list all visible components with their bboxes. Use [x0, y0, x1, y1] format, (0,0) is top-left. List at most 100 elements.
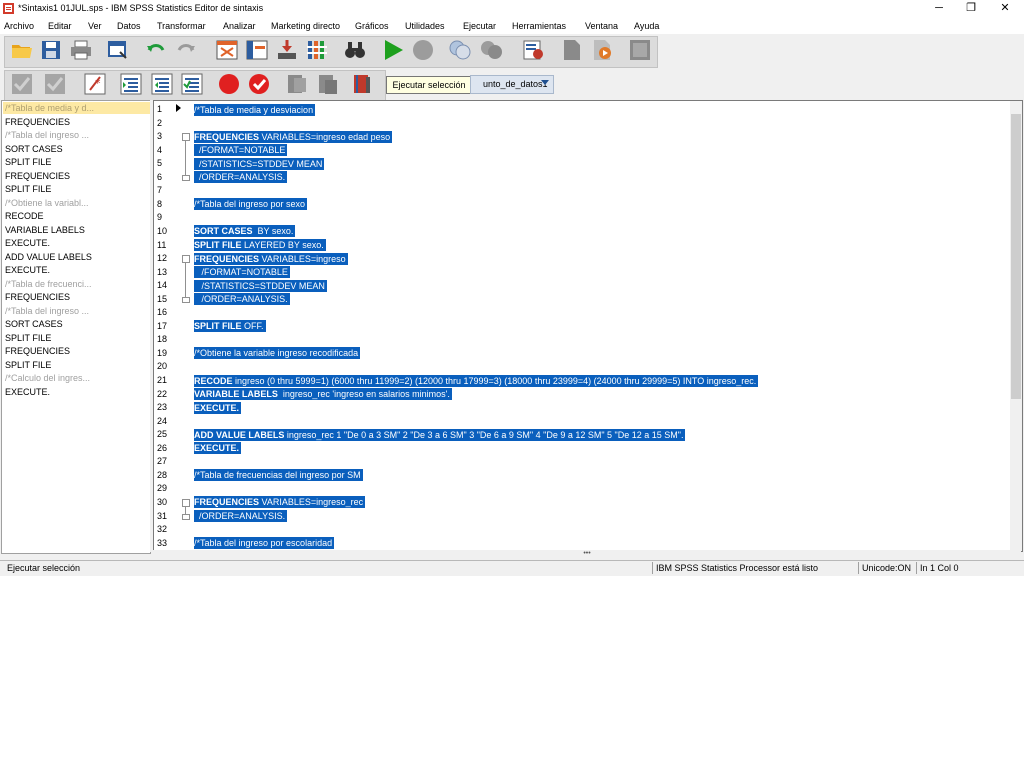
- code-line[interactable]: /*Tabla de frecuencias del ingreso por S…: [194, 469, 363, 482]
- code-line[interactable]: SPLIT FILE LAYERED BY sexo.: [194, 239, 326, 251]
- print-icon[interactable]: [69, 38, 93, 62]
- nav-item[interactable]: SPLIT FILE: [5, 183, 51, 195]
- fold-toggle-icon[interactable]: [182, 133, 190, 142]
- stop-icon[interactable]: [411, 38, 435, 62]
- nav-item[interactable]: FREQUENCIES: [5, 291, 70, 303]
- doc-run-icon[interactable]: [590, 38, 614, 62]
- code-line[interactable]: FREQUENCIES VARIABLES=ingreso edad peso: [194, 130, 393, 143]
- code-line[interactable]: /*Tabla del ingreso por sexo: [194, 198, 308, 211]
- open-folder-icon[interactable]: [10, 38, 34, 62]
- check-disabled-2-icon[interactable]: [43, 72, 67, 96]
- nav-item[interactable]: SORT CASES: [5, 318, 63, 330]
- menu-editar[interactable]: Editar: [48, 21, 72, 31]
- output-splitter[interactable]: •••: [153, 550, 1021, 558]
- nav-item[interactable]: /*Tabla del ingreso ...: [5, 305, 89, 317]
- next-bookmark-icon[interactable]: [316, 72, 340, 96]
- minimize-button[interactable]: ─: [922, 0, 956, 17]
- validate-icon[interactable]: [247, 72, 271, 96]
- nav-item[interactable]: FREQUENCIES: [5, 116, 70, 128]
- restore-button[interactable]: ❐: [954, 0, 988, 17]
- group-icon[interactable]: [480, 38, 504, 62]
- line-number: 22: [157, 388, 168, 399]
- menu-transformar[interactable]: Transformar: [157, 21, 206, 31]
- syntax-editor[interactable]: 1/*Tabla de media y desviacion 2 3 FREQUENC…: [153, 100, 1023, 552]
- save-icon[interactable]: [39, 38, 63, 62]
- scrollbar-thumb[interactable]: [1011, 114, 1021, 399]
- vertical-scrollbar[interactable]: [1010, 101, 1022, 551]
- code-line[interactable]: FREQUENCIES VARIABLES=ingreso: [194, 252, 348, 265]
- nav-item[interactable]: SPLIT FILE: [5, 359, 51, 371]
- code-line[interactable]: EXECUTE.: [194, 442, 242, 455]
- fold-toggle-icon[interactable]: [182, 255, 190, 264]
- menu-utilidades[interactable]: Utilidades: [405, 21, 445, 31]
- binoculars-icon[interactable]: [343, 38, 367, 62]
- format-icon[interactable]: [180, 72, 204, 96]
- fold-toggle-icon[interactable]: [182, 498, 190, 507]
- doc-icon[interactable]: [560, 38, 584, 62]
- menu-datos[interactable]: Datos: [117, 21, 141, 31]
- nav-item[interactable]: VARIABLE LABELS: [5, 224, 85, 236]
- code-line[interactable]: /FORMAT=NOTABLE: [194, 144, 288, 157]
- menu-ayuda[interactable]: Ayuda: [634, 21, 659, 31]
- code-line[interactable]: /ORDER=ANALYSIS.: [194, 293, 290, 306]
- code-line[interactable]: RECODE ingreso (0 thru 5999=1) (6000 thr…: [194, 374, 759, 387]
- nav-item[interactable]: /*Obtiene la variabl...: [5, 197, 89, 209]
- nav-item[interactable]: SPLIT FILE: [5, 332, 51, 344]
- redo-icon[interactable]: [174, 38, 198, 62]
- nav-item[interactable]: EXECUTE.: [5, 237, 50, 249]
- menu-analizar[interactable]: Analizar: [223, 21, 256, 31]
- nav-item[interactable]: SORT CASES: [5, 143, 63, 155]
- goto-case-icon[interactable]: [215, 38, 239, 62]
- book-icon[interactable]: [350, 72, 374, 96]
- code-line[interactable]: ADD VALUE LABELS ingreso_rec 1 "De 0 a 3…: [194, 428, 686, 441]
- code-line[interactable]: /*Obtiene la variable ingreso recodifica…: [194, 347, 361, 360]
- undo-icon[interactable]: [144, 38, 168, 62]
- code-line[interactable]: VARIABLE LABELS ingreso_rec 'ingreso en …: [194, 388, 452, 401]
- nav-item[interactable]: ADD VALUE LABELS: [5, 251, 92, 263]
- code-line[interactable]: SPLIT FILE OFF.: [194, 320, 266, 333]
- menu-ventana[interactable]: Ventana: [585, 21, 618, 31]
- nav-item[interactable]: /*Tabla de frecuenci...: [5, 278, 92, 290]
- goto-variable-icon[interactable]: [245, 38, 269, 62]
- indent-icon[interactable]: [119, 72, 143, 96]
- code-line[interactable]: /*Tabla de media y desviacion: [194, 103, 316, 116]
- split-icon[interactable]: [448, 38, 472, 62]
- code-line[interactable]: /FORMAT=NOTABLE: [194, 266, 290, 279]
- recall-dialog-icon[interactable]: [106, 38, 130, 62]
- bookmark-icon[interactable]: [285, 72, 309, 96]
- menu-archivo[interactable]: Archivo: [4, 21, 34, 31]
- menu-graficos[interactable]: Gráficos: [355, 21, 389, 31]
- menu-ejecutar[interactable]: Ejecutar: [463, 21, 496, 31]
- find-icon[interactable]: [305, 38, 329, 62]
- code-line[interactable]: EXECUTE.: [194, 401, 242, 414]
- code-line[interactable]: FREQUENCIES VARIABLES=ingreso_rec: [194, 496, 366, 509]
- check-disabled-icon[interactable]: [10, 72, 34, 96]
- menu-marketing-directo[interactable]: Marketing directo: [271, 21, 340, 31]
- code-line[interactable]: /STATISTICS=STDDEV MEAN: [194, 157, 325, 170]
- code-line[interactable]: SORT CASES BY sexo.: [194, 225, 296, 238]
- menu-herramientas[interactable]: Herramientas: [512, 21, 566, 31]
- run-icon[interactable]: [381, 38, 405, 62]
- outdent-icon[interactable]: [150, 72, 174, 96]
- variables-icon[interactable]: [275, 38, 299, 62]
- comment-icon[interactable]: *: [83, 72, 107, 96]
- active-dataset-select[interactable]: unto_de_datos1: [470, 75, 554, 94]
- nav-item[interactable]: /*Calculo del ingres...: [5, 372, 90, 384]
- menu-ver[interactable]: Ver: [88, 21, 102, 31]
- nav-item[interactable]: EXECUTE.: [5, 386, 50, 398]
- nav-item[interactable]: SPLIT FILE: [5, 156, 51, 168]
- breakpoint-icon[interactable]: [217, 72, 241, 96]
- nav-item[interactable]: FREQUENCIES: [5, 170, 70, 182]
- nav-item[interactable]: /*Tabla de media y d...: [3, 102, 150, 114]
- nav-item[interactable]: RECODE: [5, 210, 44, 222]
- nav-item[interactable]: /*Tabla del ingreso ...: [5, 129, 89, 141]
- blank-icon[interactable]: [628, 38, 652, 62]
- nav-item[interactable]: EXECUTE.: [5, 264, 50, 276]
- help-icon[interactable]: [521, 38, 545, 62]
- code-line[interactable]: /ORDER=ANALYSIS.: [194, 510, 288, 522]
- close-button[interactable]: ✕: [988, 0, 1022, 17]
- code-line[interactable]: /ORDER=ANALYSIS.: [194, 171, 288, 184]
- code-line[interactable]: /*Tabla del ingreso por escolaridad: [194, 537, 335, 550]
- code-line[interactable]: /STATISTICS=STDDEV MEAN: [194, 279, 327, 292]
- nav-item[interactable]: FREQUENCIES: [5, 345, 70, 357]
